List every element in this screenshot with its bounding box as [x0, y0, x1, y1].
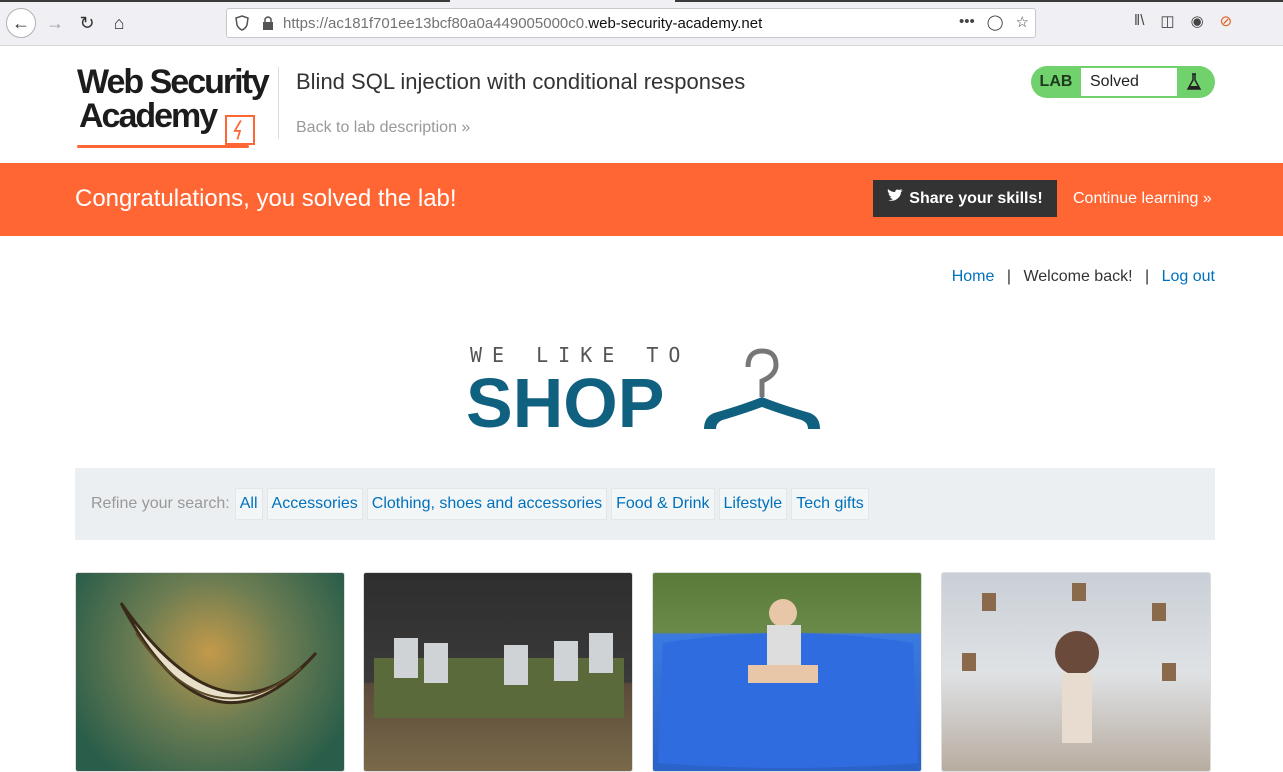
product-image-bean-bag[interactable]: [652, 572, 922, 772]
more-icon[interactable]: •••: [959, 13, 975, 31]
welcome-text: Welcome back!: [1023, 268, 1133, 285]
lab-title: Blind SQL injection with conditional res…: [296, 69, 746, 94]
reload-icon[interactable]: ↻: [72, 8, 102, 38]
nav-separator: |: [1145, 268, 1150, 285]
congratulations-message: Congratulations, you solved the lab!: [75, 185, 457, 212]
beer-belt-illustration: [374, 633, 624, 718]
bolt-icon: [225, 115, 255, 145]
account-icon[interactable]: ◉: [1191, 12, 1204, 30]
product-image-grin[interactable]: [75, 572, 345, 772]
product-image-flying-books[interactable]: [941, 572, 1211, 772]
shop-brand: SHOP: [466, 364, 665, 442]
home-link[interactable]: Home: [952, 268, 995, 285]
star-icon[interactable]: ☆: [1016, 13, 1029, 31]
address-bar[interactable]: https://ac181f701ee13bcf80a0a449005000c0…: [226, 8, 1036, 38]
filter-all[interactable]: All: [234, 488, 263, 520]
account-nav: Home | Welcome back! | Log out: [952, 268, 1215, 286]
filter-lifestyle[interactable]: Lifestyle: [718, 488, 788, 520]
search-filter-bar: Refine your search: All Accessories Clot…: [75, 468, 1215, 540]
grin-illustration: [119, 602, 318, 704]
logo-underline: [77, 145, 249, 148]
pocket-icon[interactable]: ◯: [987, 13, 1004, 31]
share-skills-button[interactable]: Share your skills!: [873, 180, 1057, 217]
filter-accessories[interactable]: Accessories: [266, 488, 363, 520]
continue-learning-link[interactable]: Continue learning »: [1073, 190, 1212, 208]
web-security-academy-logo[interactable]: Web Security Academy: [77, 63, 277, 148]
logout-link[interactable]: Log out: [1162, 268, 1215, 285]
home-icon[interactable]: ⌂: [104, 8, 134, 38]
nav-separator: |: [1006, 268, 1012, 285]
library-icon[interactable]: ‖\: [1134, 12, 1144, 30]
shield-icon[interactable]: [235, 15, 249, 31]
product-image-beer-belt[interactable]: [363, 572, 633, 772]
lab-status-widget: LAB Solved: [1031, 66, 1215, 98]
bean-bag-illustration: [658, 599, 918, 768]
flask-icon: [1177, 68, 1211, 96]
filter-food-drink[interactable]: Food & Drink: [611, 488, 715, 520]
lock-icon[interactable]: [261, 15, 275, 31]
lab-header: Web Security Academy Blind SQL injection…: [0, 47, 1283, 163]
url-text[interactable]: https://ac181f701ee13bcf80a0a449005000c0…: [283, 15, 762, 32]
header-divider: [278, 67, 279, 139]
sidebar-icon[interactable]: ◫: [1160, 12, 1174, 30]
solved-banner: Congratulations, you solved the lab! Sha…: [0, 163, 1283, 236]
lab-status-text: Solved: [1081, 68, 1177, 96]
back-to-lab-description-link[interactable]: Back to lab description »: [296, 119, 470, 137]
active-tab[interactable]: [450, 0, 675, 2]
share-skills-label: Share your skills!: [909, 189, 1043, 207]
back-arrow-icon[interactable]: ←: [6, 8, 36, 38]
twitter-icon: [887, 189, 904, 208]
browser-toolbar: ← → ↻ ⌂ https://ac181f701ee13bcf80a0a449…: [0, 0, 1283, 46]
flying-books-illustration: [962, 583, 1176, 743]
filter-label: Refine your search:: [91, 495, 230, 512]
shop-logo: WE LIKE TO SHOP: [466, 343, 830, 443]
filter-clothing[interactable]: Clothing, shoes and accessories: [366, 488, 608, 520]
extension-icon[interactable]: ⊘: [1220, 12, 1233, 30]
logo-line-2: Academy: [79, 97, 218, 135]
lab-badge: LAB: [1039, 73, 1073, 90]
forward-arrow-icon[interactable]: →: [40, 8, 70, 38]
filter-tech-gifts[interactable]: Tech gifts: [791, 488, 869, 520]
hanger-icon: [704, 348, 820, 429]
